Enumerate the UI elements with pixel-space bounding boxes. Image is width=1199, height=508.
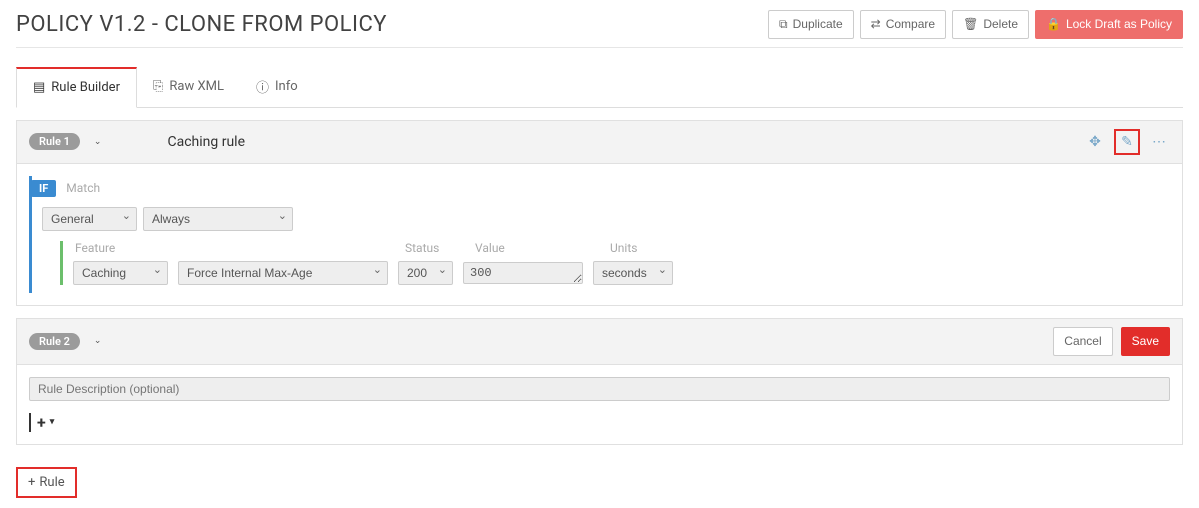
tab-bar: ▤ Rule Builder ⎘ Raw XML ⓘ Info: [16, 66, 1183, 108]
lock-label: Lock Draft as Policy: [1066, 16, 1172, 33]
info-icon: ⓘ: [256, 77, 269, 96]
tab-info-label: Info: [275, 79, 298, 94]
edit-rule-button[interactable]: ✎: [1114, 129, 1140, 155]
add-rule-label: Rule: [39, 475, 64, 490]
rule-2-badge[interactable]: Rule 2: [29, 333, 80, 350]
delete-label: Delete: [983, 16, 1018, 33]
match-block: IF Match General Always Feature Status V…: [29, 176, 1170, 293]
match-label: Match: [66, 181, 100, 195]
add-rule-button[interactable]: + Rule: [16, 467, 77, 498]
value-col-label: Value: [475, 241, 610, 255]
rule-1-name: Caching rule: [167, 134, 245, 150]
layout-icon: ▤: [33, 80, 45, 95]
tab-rule-builder-label: Rule Builder: [51, 80, 120, 95]
trash-icon: 🗑: [963, 16, 978, 33]
add-condition-button[interactable]: + ▾: [29, 413, 54, 432]
move-icon[interactable]: ✥: [1084, 131, 1106, 153]
copy-icon: ⧉: [779, 16, 788, 33]
feature-col-label: Feature: [75, 241, 405, 255]
tab-raw-xml[interactable]: ⎘ Raw XML: [137, 67, 240, 108]
status-select[interactable]: 200: [398, 261, 453, 285]
tab-raw-xml-label: Raw XML: [169, 79, 224, 94]
if-chip: IF: [31, 180, 56, 197]
feature-category-select[interactable]: Caching: [73, 261, 168, 285]
lock-draft-button[interactable]: 🔒 Lock Draft as Policy: [1035, 10, 1183, 39]
save-button[interactable]: Save: [1121, 327, 1170, 356]
chevron-down-icon[interactable]: ⌄: [94, 336, 102, 346]
rule-1-badge[interactable]: Rule 1: [29, 133, 80, 150]
rule-1-panel: Rule 1 ⌄ Caching rule ✥ ✎ ⋯ IF Match Gen…: [16, 120, 1183, 306]
cancel-button[interactable]: Cancel: [1053, 327, 1112, 356]
delete-button[interactable]: 🗑 Delete: [952, 10, 1029, 39]
lock-icon: 🔒: [1046, 16, 1061, 33]
compare-icon: ⇄: [871, 16, 881, 33]
compare-button[interactable]: ⇄ Compare: [860, 10, 946, 39]
chevron-down-icon[interactable]: ⌄: [94, 137, 102, 147]
units-select[interactable]: seconds: [593, 261, 673, 285]
header-actions: ⧉ Duplicate ⇄ Compare 🗑 Delete 🔒 Lock Dr…: [768, 10, 1183, 39]
match-condition-select[interactable]: Always: [143, 207, 293, 231]
duplicate-label: Duplicate: [793, 16, 843, 33]
duplicate-button[interactable]: ⧉ Duplicate: [768, 10, 854, 39]
plus-icon: +: [28, 475, 35, 490]
feature-name-select[interactable]: Force Internal Max-Age: [178, 261, 388, 285]
code-icon: ⎘: [153, 79, 163, 94]
compare-label: Compare: [886, 16, 935, 33]
rule-2-panel: Rule 2 ⌄ Cancel Save + ▾: [16, 318, 1183, 445]
tab-info[interactable]: ⓘ Info: [240, 67, 314, 108]
caret-down-icon: ▾: [50, 417, 55, 427]
status-col-label: Status: [405, 241, 475, 255]
value-input[interactable]: 300: [463, 262, 583, 284]
units-col-label: Units: [610, 241, 690, 255]
more-icon[interactable]: ⋯: [1148, 131, 1170, 153]
match-category-select[interactable]: General: [42, 207, 137, 231]
tab-rule-builder[interactable]: ▤ Rule Builder: [16, 67, 137, 108]
feature-block: Feature Status Value Units Caching Force…: [60, 241, 1170, 285]
page-title: POLICY V1.2 - CLONE FROM POLICY: [16, 12, 387, 37]
rule-description-input[interactable]: [29, 377, 1170, 401]
plus-icon: +: [37, 413, 46, 432]
